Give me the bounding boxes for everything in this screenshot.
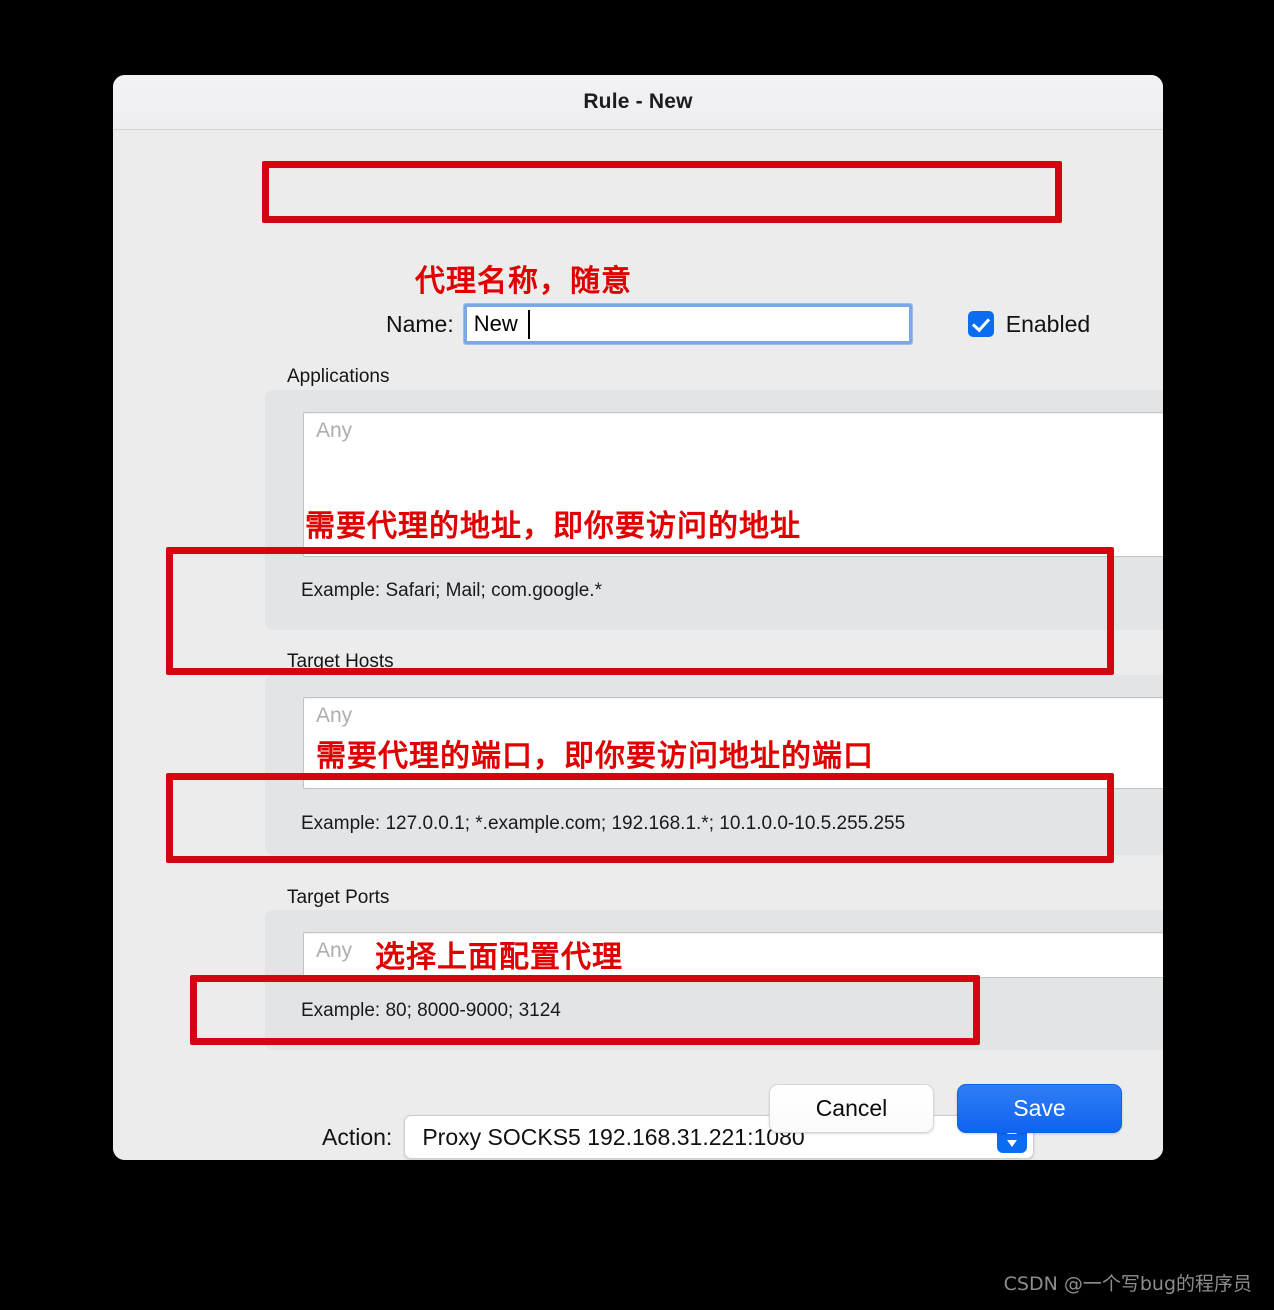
name-input[interactable] (462, 303, 913, 345)
enabled-label: Enabled (1005, 310, 1091, 337)
cancel-button[interactable]: Cancel (769, 1084, 934, 1133)
target-hosts-placeholder: Any (316, 704, 353, 727)
name-row: Name: Enabled (386, 302, 1163, 346)
applications-example: Example: Safari; Mail; com.google.* (301, 580, 602, 601)
annotation-text-name: 代理名称，随意 (415, 264, 632, 299)
target-hosts-example: Example: 127.0.0.1; *.example.com; 192.1… (301, 813, 906, 834)
name-label: Name: (386, 310, 454, 337)
rule-editor-window: Rule - New Name: Enabled Applications An (113, 75, 1163, 1160)
enabled-checkbox[interactable] (967, 311, 994, 337)
save-button[interactable]: Save (957, 1084, 1122, 1133)
text-caret (527, 310, 530, 339)
target-ports-panel: Any Example: 80; 8000-9000; 3124 (265, 910, 1163, 1050)
applications-label: Applications (287, 366, 390, 387)
window-title: Rule - New (583, 90, 693, 113)
target-ports-label: Target Ports (287, 887, 390, 908)
annotation-text-action: 选择上面配置代理 (375, 940, 623, 975)
target-hosts-label: Target Hosts (287, 651, 394, 672)
applications-placeholder: Any (316, 419, 353, 442)
window-titlebar: Rule - New (113, 75, 1163, 130)
annotation-text-ports: 需要代理的端口，即你要访问地址的端口 (316, 739, 874, 774)
target-ports-placeholder: Any (316, 939, 353, 962)
screenshot-root: Rule - New Name: Enabled Applications An (0, 0, 1274, 1310)
window-content: Name: Enabled Applications Any Example: … (113, 130, 1163, 1160)
target-ports-example: Example: 80; 8000-9000; 3124 (301, 1000, 561, 1021)
dialog-footer: Cancel Save (113, 1084, 1163, 1133)
watermark: CSDN @一个写bug的程序员 (1003, 1273, 1252, 1295)
annotation-text-hosts: 需要代理的地址，即你要访问的地址 (305, 509, 801, 544)
enabled-checkbox-group[interactable]: Enabled (967, 310, 1091, 338)
name-input-wrap (462, 303, 913, 345)
